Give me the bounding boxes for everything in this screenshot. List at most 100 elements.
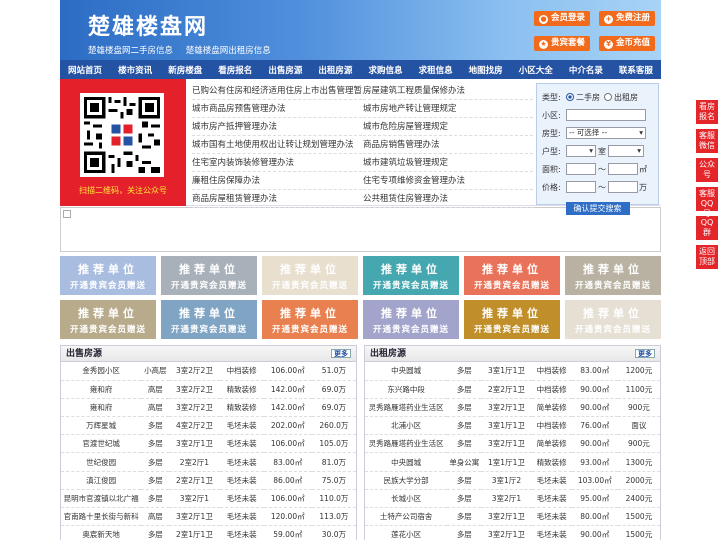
vip-package-button[interactable]: ★ 贵宾套餐: [534, 36, 590, 51]
housetype-select[interactable]: -- 可选择 -- ▾: [566, 127, 646, 139]
table-row[interactable]: 雍和府 高层 3室2厅2卫 精致装修 142.00㎡ 69.0万: [61, 398, 356, 418]
subtitle-rent[interactable]: 楚雄楼盘网出租房信息: [186, 46, 271, 56]
sidebar-qq-group[interactable]: QQ 群: [696, 216, 718, 240]
recommended-unit-ad[interactable]: 推荐单位 开通贵宾会员赠送: [363, 256, 459, 295]
recharge-button[interactable]: ¥ 金币充值: [599, 36, 655, 51]
recommended-unit-ad[interactable]: 推荐单位 开通贵宾会员赠送: [565, 300, 661, 339]
table-row[interactable]: 官渡世纪城 多层 3室2厅1卫 毛坯未装 106.00㎡ 105.0万: [61, 434, 356, 454]
policy-link[interactable]: 城市危险房屋管理规定: [363, 118, 533, 136]
recommended-unit-ad[interactable]: 推荐单位 开通贵宾会员赠送: [464, 256, 560, 295]
recommended-unit-ad[interactable]: 推荐单位 开通贵宾会员赠送: [565, 256, 661, 295]
price-max-input[interactable]: [608, 181, 638, 193]
site-logo-title[interactable]: 楚雄楼盘网: [88, 9, 208, 41]
listing-cell[interactable]: 万辉星城: [61, 416, 142, 436]
listing-cell[interactable]: 官渡世纪城: [61, 434, 142, 454]
listing-cell[interactable]: 东兴路中段: [365, 380, 448, 399]
sidebar-service-wechat[interactable]: 客服 微信: [696, 129, 718, 153]
nav-wanted-buy[interactable]: 求购信息: [369, 64, 403, 76]
nav-wanted-rent[interactable]: 求租信息: [419, 64, 453, 76]
table-row[interactable]: 世纪俊园 多层 2室2厅1 毛坯未装 83.00㎡ 81.0万: [61, 452, 356, 472]
listing-cell[interactable]: 中央圆城: [365, 452, 448, 472]
table-row[interactable]: 莲花小区 多层 3室2厅1卫 毛坯未装 90.00㎡ 1500元: [365, 525, 660, 540]
listing-cell[interactable]: 北浦小区: [365, 416, 448, 436]
type-rental-radio[interactable]: 出租房: [604, 92, 638, 103]
listing-cell[interactable]: 中央圆城: [365, 362, 448, 381]
sidebar-service-qq[interactable]: 客服 QQ 号: [696, 187, 718, 218]
policy-link[interactable]: 城市房地产转让管理规定: [363, 100, 533, 118]
recommended-unit-ad[interactable]: 推荐单位 开通贵宾会员赠送: [60, 300, 156, 339]
listing-cell[interactable]: 灵秀路雁塔药业生活区: [365, 434, 448, 454]
rent-more-button[interactable]: 更多: [635, 349, 655, 358]
nav-contact[interactable]: 联系客服: [619, 64, 653, 76]
nav-map-search[interactable]: 地图找房: [469, 64, 503, 76]
listing-cell[interactable]: 金秀园小区: [61, 362, 142, 381]
table-row[interactable]: 昆明市官渡镇以北广福 多层 3室2厅1 毛坯未装 106.00㎡ 110.0万: [61, 489, 356, 509]
table-row[interactable]: 中央圆城 单身公寓 1室1厅1卫 精致装修 93.00㎡ 1300元: [365, 452, 660, 472]
table-row[interactable]: 长城小区 多层 3室2厅1 毛坯未装 95.00㎡ 2400元: [365, 489, 660, 509]
table-row[interactable]: 奥宸新天地 多层 2室1厅1卫 毛坯未装 59.00㎡ 30.0万: [61, 525, 356, 540]
policy-link[interactable]: 城市建筑垃圾管理规定: [363, 154, 533, 172]
nav-news[interactable]: 楼市资讯: [118, 64, 152, 76]
search-submit-button[interactable]: 确认提交搜索: [565, 202, 630, 215]
listing-cell[interactable]: 昆明市官渡镇以北广福: [61, 489, 142, 509]
nav-home[interactable]: 网站首页: [68, 64, 102, 76]
area-max-input[interactable]: [608, 163, 638, 175]
listing-cell[interactable]: 雍和府: [61, 380, 142, 399]
table-row[interactable]: 灵秀路雁塔药业生活区 多层 3室2厅1卫 简单装修 90.00㎡ 900元: [365, 434, 660, 454]
register-button[interactable]: + 免费注册: [599, 11, 655, 26]
sidebar-official-account[interactable]: 公众号: [696, 158, 718, 182]
listing-cell[interactable]: 民族大学分部: [365, 471, 448, 490]
table-row[interactable]: 雍和府 高层 3室2厅2卫 精致装修 142.00㎡ 69.0万: [61, 380, 356, 399]
table-row[interactable]: 北浦小区 多层 3室1厅1卫 中档装修 76.00㎡ 面议: [365, 416, 660, 436]
subtitle-sale[interactable]: 楚雄楼盘网二手房信息: [88, 46, 173, 56]
community-input[interactable]: [566, 109, 646, 121]
nav-for-rent[interactable]: 出租房源: [318, 64, 352, 76]
sale-more-button[interactable]: 更多: [331, 349, 351, 358]
listing-cell[interactable]: 莲花小区: [365, 525, 448, 540]
recommended-unit-ad[interactable]: 推荐单位 开通贵宾会员赠送: [161, 300, 257, 339]
sidebar-back-to-top[interactable]: 返回 顶部: [696, 245, 718, 269]
table-row[interactable]: 滇江俊园 多层 2室2厅1卫 毛坯未装 86.00㎡ 75.0万: [61, 471, 356, 490]
recommended-unit-ad[interactable]: 推荐单位 开通贵宾会员赠送: [363, 300, 459, 339]
listing-cell[interactable]: 官南路十里长街与新科: [61, 507, 142, 527]
policy-link[interactable]: 公共租赁住房管理办法: [363, 190, 533, 208]
sidebar-viewing-signup[interactable]: 看房 报名: [696, 100, 718, 124]
nav-agents[interactable]: 中介名录: [569, 64, 603, 76]
table-row[interactable]: 金秀园小区 小高层 3室2厅2卫 中档装修 106.00㎡ 51.0万: [61, 362, 356, 381]
table-row[interactable]: 中央圆城 多层 3室1厅1卫 中档装修 83.00㎡ 1200元: [365, 362, 660, 381]
nav-for-sale[interactable]: 出售房源: [268, 64, 302, 76]
policy-link[interactable]: 商品房销售管理办法: [363, 136, 533, 154]
area-min-input[interactable]: [566, 163, 596, 175]
policy-link[interactable]: 廉租住房保障办法: [192, 172, 362, 190]
nav-viewing-signup[interactable]: 看房报名: [218, 64, 252, 76]
policy-link[interactable]: 商品房屋租赁管理办法: [192, 190, 362, 208]
recommended-unit-ad[interactable]: 推荐单位 开通贵宾会员赠送: [262, 300, 358, 339]
listing-cell[interactable]: 世纪俊园: [61, 452, 142, 472]
recommended-unit-ad[interactable]: 推荐单位 开通贵宾会员赠送: [161, 256, 257, 295]
policy-link[interactable]: 城市商品房预售管理办法: [192, 100, 362, 118]
nav-new-homes[interactable]: 新房楼盘: [168, 64, 202, 76]
login-button[interactable]: ● 会员登录: [534, 11, 590, 26]
listing-cell[interactable]: 奥宸新天地: [61, 525, 142, 540]
table-row[interactable]: 民族大学分部 多层 3室1厅2 毛坯未装 103.00㎡ 2000元: [365, 471, 660, 490]
recommended-unit-ad[interactable]: 推荐单位 开通贵宾会员赠送: [262, 256, 358, 295]
price-min-input[interactable]: [566, 181, 596, 193]
listing-cell[interactable]: 灵秀路雁塔药业生活区: [365, 398, 448, 418]
policy-link[interactable]: 房屋建筑工程质量保修办法: [363, 82, 533, 100]
listing-cell[interactable]: 滇江俊园: [61, 471, 142, 490]
policy-link[interactable]: 已购公有住房和经济适用住房上市出售管理暂: [192, 82, 362, 100]
type-secondhand-radio[interactable]: 二手房: [566, 92, 600, 103]
hall-count-select[interactable]: ▾: [608, 145, 644, 157]
recommended-unit-ad[interactable]: 推荐单位 开通贵宾会员赠送: [60, 256, 156, 295]
policy-link[interactable]: 住宅专项维修资金管理办法: [363, 172, 533, 190]
table-row[interactable]: 东兴路中段 多层 2室2厅1卫 中档装修 90.00㎡ 1100元: [365, 380, 660, 399]
listing-cell[interactable]: 土特产公司宿舍: [365, 507, 448, 527]
policy-link[interactable]: 住宅室内装饰装修管理办法: [192, 154, 362, 172]
table-row[interactable]: 灵秀路雁塔药业生活区 多层 3室2厅1卫 简单装修 90.00㎡ 900元: [365, 398, 660, 418]
nav-communities[interactable]: 小区大全: [519, 64, 553, 76]
table-row[interactable]: 土特产公司宿舍 多层 3室2厅1卫 毛坯未装 80.00㎡ 1500元: [365, 507, 660, 527]
recommended-unit-ad[interactable]: 推荐单位 开通贵宾会员赠送: [464, 300, 560, 339]
table-row[interactable]: 官南路十里长街与新科 高层 3室2厅1卫 毛坯未装 120.00㎡ 113.0万: [61, 507, 356, 527]
room-count-select[interactable]: ▾: [566, 145, 596, 157]
policy-link[interactable]: 城市国有土地使用权出让转让规划管理办法: [192, 136, 362, 154]
